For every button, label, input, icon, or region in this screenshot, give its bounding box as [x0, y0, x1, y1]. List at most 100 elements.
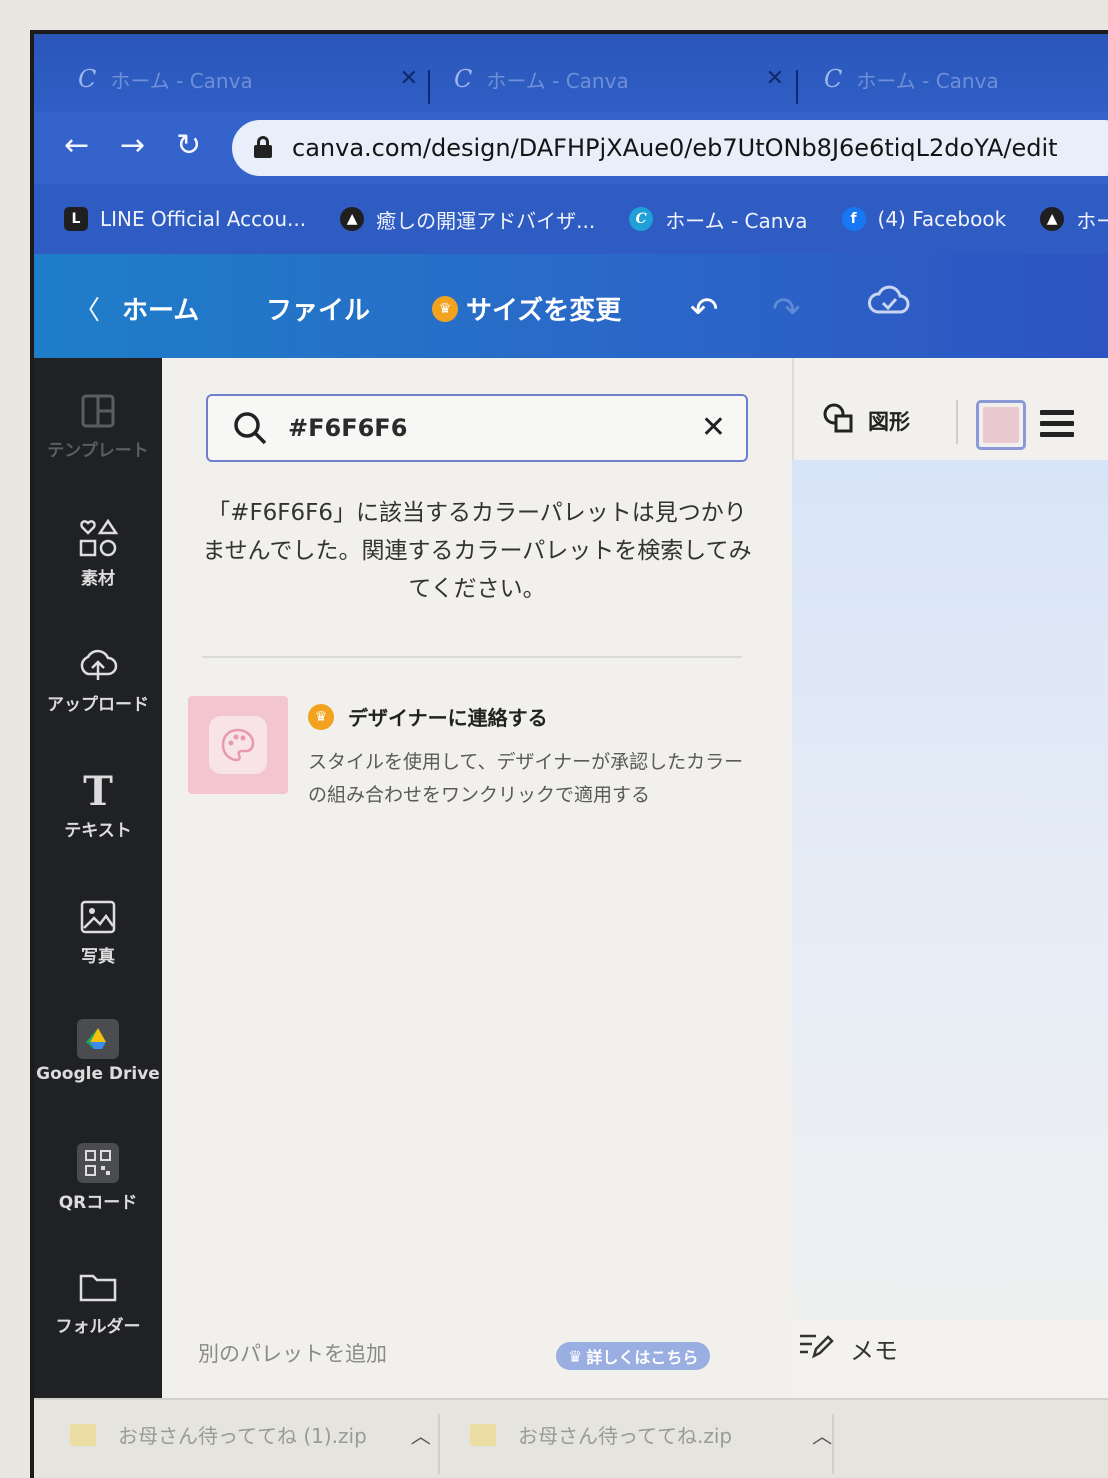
notes-icon [798, 1330, 834, 1366]
lock-icon [254, 136, 272, 158]
download-item[interactable]: お母さん待っててね (1).zip ︿ [70, 1420, 431, 1449]
sidebar-item-elements[interactable]: 素材 [34, 518, 162, 589]
sidebar-item-uploads[interactable]: アップロード [34, 644, 162, 715]
zip-file-icon [470, 1423, 496, 1446]
left-sidebar: テンプレート 素材 アップロード T テキスト 写真 Google Drive … [34, 358, 162, 1398]
bookmark-label: (4) Facebook [877, 207, 1007, 231]
bookmark-label: ホーム | Ame [1076, 208, 1108, 233]
url-bar[interactable]: canva.com/design/DAFHPjXAue0/eb7UtONb8J6… [232, 120, 1108, 176]
download-filename: お母さん待っててね.zip [518, 1424, 733, 1448]
elements-icon [78, 518, 118, 560]
shapes-button[interactable]: 図形 [822, 402, 910, 439]
canva-icon: C [824, 65, 843, 93]
sidebar-item-google-drive[interactable]: Google Drive [34, 1018, 162, 1084]
undo-icon[interactable]: ↶ [690, 290, 719, 330]
design-canvas[interactable] [792, 460, 1108, 1320]
contact-designer-promo[interactable]: ♛ デザイナーに連絡する スタイルを使用して、デザイナーが承認したカラーの組み合… [188, 696, 748, 806]
photo-icon [80, 896, 116, 938]
no-results-message: 「#F6F6F6」に該当するカラーパレットは見つかりませんでした。関連するカラー… [202, 500, 752, 602]
shapes-icon [822, 402, 854, 439]
forward-arrow-icon[interactable]: → [120, 128, 145, 163]
facebook-icon: f [841, 207, 866, 231]
sidebar-item-label: テキスト [64, 821, 132, 841]
template-icon [81, 390, 115, 432]
cat-icon: ▲ [340, 207, 365, 231]
tab-close-icon[interactable]: ✕ [766, 66, 784, 91]
crown-icon: ♛ [568, 1346, 583, 1366]
bookmark-ameblo-advisor[interactable]: ▲ 癒しの開運アドバイザ... [340, 205, 595, 234]
sidebar-item-templates[interactable]: テンプレート [34, 390, 162, 461]
canva-icon: C [629, 207, 654, 231]
resize-button[interactable]: ♛ サイズを変更 [432, 290, 621, 327]
tab-close-icon[interactable]: ✕ [400, 66, 418, 91]
browser-tab-1[interactable]: C ホーム - Canva ✕ [78, 54, 418, 104]
editor-toolbar: 図形 [792, 358, 1108, 460]
sidebar-item-text[interactable]: T テキスト [34, 768, 162, 842]
color-swatch-button[interactable] [976, 400, 1026, 450]
bookmark-ameba[interactable]: ▲ ホーム | Ame [1040, 205, 1108, 234]
sidebar-item-label: 写真 [81, 947, 115, 967]
promo-title: ♛ デザイナーに連絡する [308, 702, 548, 731]
color-swatch [983, 407, 1019, 443]
sidebar-item-folders[interactable]: フォルダー [34, 1266, 162, 1337]
download-separator [438, 1414, 440, 1474]
download-filename: お母さん待っててね (1).zip [118, 1424, 367, 1448]
zip-file-icon [70, 1423, 96, 1446]
file-menu-button[interactable]: ファイル [266, 290, 370, 327]
learn-more-button[interactable]: ♛ 詳しくはこちら [556, 1342, 711, 1370]
divider [202, 656, 742, 658]
sidebar-item-label: 素材 [81, 569, 115, 589]
notes-button[interactable]: メモ [798, 1330, 898, 1366]
bookmark-facebook[interactable]: f (4) Facebook [841, 207, 1007, 231]
chevron-up-icon[interactable]: ︿ [411, 1420, 431, 1449]
add-palette-link[interactable]: 別のパレットを追加 [198, 1338, 387, 1368]
palette-search-input[interactable]: #F6F6F6 ✕ [206, 394, 748, 462]
tab-strip: C ホーム - Canva ✕ C ホーム - Canva ✕ C ホーム - … [34, 34, 1108, 112]
sidebar-item-label: Google Drive [36, 1064, 160, 1084]
browser-tab-2[interactable]: C ホーム - Canva ✕ [454, 54, 784, 104]
sidebar-item-label: アップロード [47, 695, 149, 715]
upload-cloud-icon [78, 644, 118, 686]
search-icon [232, 410, 268, 452]
folder-icon [79, 1266, 117, 1308]
line-weight-icon[interactable] [1040, 410, 1074, 443]
sidebar-item-label: テンプレート [47, 441, 149, 461]
sidebar-item-qr-code[interactable]: QRコード [34, 1142, 162, 1213]
bookmarks-bar: L LINE Official Accou... ▲ 癒しの開運アドバイザ...… [34, 184, 1108, 254]
palette-thumbnail [188, 696, 288, 794]
sidebar-item-label: フォルダー [55, 1317, 141, 1337]
reload-icon[interactable]: ↻ [176, 128, 201, 163]
bookmark-line[interactable]: L LINE Official Accou... [64, 207, 306, 231]
learn-more-label: 詳しくはこちら [586, 1348, 699, 1367]
qr-code-icon [76, 1142, 120, 1184]
downloads-bar: お母さん待っててね (1).zip ︿ お母さん待っててね.zip ︿ [34, 1398, 1108, 1478]
google-drive-icon [76, 1018, 120, 1060]
shapes-label: 図形 [868, 409, 910, 434]
tab-title: ホーム - Canva [486, 68, 629, 93]
tab-separator [428, 70, 430, 104]
cat-icon: ▲ [1040, 207, 1065, 231]
bookmark-canva[interactable]: C ホーム - Canva [629, 205, 808, 234]
url-text: canva.com/design/DAFHPjXAue0/eb7UtONb8J6… [292, 134, 1058, 162]
back-arrow-icon[interactable]: ← [64, 128, 89, 163]
sidebar-item-photos[interactable]: 写真 [34, 896, 162, 967]
download-item[interactable]: お母さん待っててね.zip ︿ [470, 1420, 832, 1449]
browser-tab-3[interactable]: C ホーム - Canva [824, 54, 1104, 104]
resize-label: サイズを変更 [466, 296, 622, 326]
cloud-saved-icon[interactable] [868, 284, 910, 318]
tab-separator [796, 70, 798, 104]
canva-icon: C [78, 65, 97, 93]
tab-title: ホーム - Canva [856, 68, 999, 93]
promo-title-text: デザイナーに連絡する [348, 706, 548, 730]
home-button[interactable]: 〈 ホーム [74, 290, 199, 327]
bookmark-label: LINE Official Accou... [100, 207, 307, 231]
tab-title: ホーム - Canva [110, 68, 253, 93]
notes-label: メモ [850, 1336, 898, 1365]
line-icon: L [64, 207, 88, 231]
clear-search-icon[interactable]: ✕ [701, 410, 726, 445]
redo-icon[interactable]: ↷ [772, 290, 801, 330]
crown-icon: ♛ [308, 703, 334, 730]
file-label: ファイル [266, 296, 371, 326]
chevron-up-icon[interactable]: ︿ [812, 1420, 832, 1449]
chevron-left-icon: 〈 [74, 296, 101, 326]
